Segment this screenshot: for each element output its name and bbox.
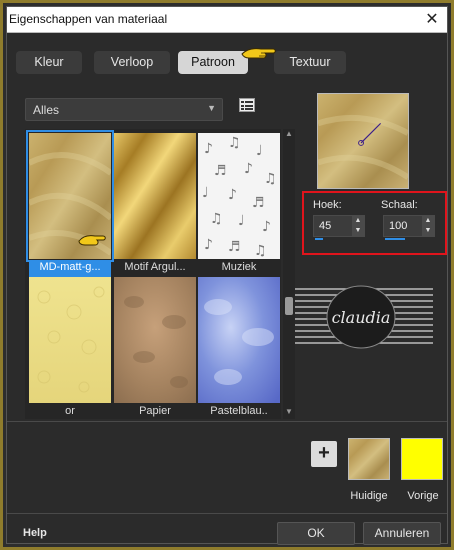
pattern-swatch bbox=[29, 277, 111, 403]
svg-text:♫: ♫ bbox=[228, 135, 241, 151]
title-bar: Eigenschappen van materiaal ✕ bbox=[7, 7, 447, 33]
pattern-label: or bbox=[65, 405, 75, 417]
previous-label: Vorige bbox=[407, 490, 439, 502]
scale-slider-bar[interactable] bbox=[385, 238, 405, 240]
angle-value: 45 bbox=[319, 220, 332, 232]
svg-text:♫: ♫ bbox=[254, 243, 267, 259]
window-title: Eigenschappen van materiaal bbox=[9, 12, 168, 26]
pattern-swatch: ♪ ♫ ♩ ♬ ♪♫ ♩ ♪ ♬ ♫ ♩ ♪ ♪ ♬ ♫ bbox=[198, 133, 280, 259]
pattern-list-icon[interactable] bbox=[239, 98, 255, 112]
svg-text:♬: ♬ bbox=[252, 195, 265, 211]
add-to-swatches-button[interactable]: + bbox=[311, 441, 337, 467]
scale-label: Schaal: bbox=[381, 199, 418, 211]
svg-text:♫: ♫ bbox=[264, 171, 277, 187]
pattern-swatch bbox=[114, 277, 196, 403]
watermark-logo: claudia bbox=[295, 285, 433, 349]
angle-spinner[interactable]: 45 ▲ ▼ bbox=[313, 215, 365, 237]
scroll-down-icon[interactable]: ▼ bbox=[283, 407, 295, 419]
current-label: Huidige bbox=[350, 490, 388, 502]
svg-text:♩: ♩ bbox=[202, 185, 209, 201]
svg-text:♫: ♫ bbox=[210, 211, 223, 227]
chevron-down-icon: ▼ bbox=[207, 103, 216, 113]
svg-text:♬: ♬ bbox=[228, 239, 241, 255]
pattern-label: MD-matt-g... bbox=[29, 261, 111, 277]
svg-text:♪: ♪ bbox=[228, 187, 237, 203]
window-frame: Eigenschappen van materiaal ✕ Kleur Verl… bbox=[0, 0, 454, 550]
pattern-swatch bbox=[198, 277, 280, 403]
watermark-text: claudia bbox=[332, 308, 391, 327]
divider bbox=[7, 513, 447, 514]
angle-stepper-buttons[interactable]: ▲ ▼ bbox=[352, 216, 364, 236]
ok-button[interactable]: OK bbox=[277, 522, 355, 545]
svg-text:♪: ♪ bbox=[204, 141, 213, 157]
svg-text:♪: ♪ bbox=[244, 161, 253, 177]
angle-slider-bar[interactable] bbox=[315, 238, 323, 240]
svg-text:♩: ♩ bbox=[256, 143, 263, 159]
svg-text:♪: ♪ bbox=[204, 237, 213, 253]
pattern-swatch bbox=[114, 133, 196, 259]
divider bbox=[7, 421, 447, 422]
pattern-label: Papier bbox=[139, 405, 171, 417]
tab-patroon[interactable]: Patroon bbox=[178, 51, 248, 74]
tab-kleur[interactable]: Kleur bbox=[16, 51, 82, 74]
scroll-thumb[interactable] bbox=[285, 297, 293, 315]
previous-swatch[interactable] bbox=[401, 438, 443, 480]
category-select[interactable]: Alles ▼ bbox=[25, 98, 223, 121]
scale-value: 100 bbox=[389, 220, 408, 232]
category-select-value: Alles bbox=[33, 103, 60, 117]
svg-text:♪: ♪ bbox=[262, 219, 271, 235]
pointing-hand-icon bbox=[241, 48, 276, 59]
help-link[interactable]: Help bbox=[23, 527, 47, 539]
pattern-label: Motif Argul... bbox=[124, 261, 186, 273]
pattern-preview bbox=[317, 93, 409, 189]
pointing-hand-icon bbox=[78, 235, 106, 246]
pattern-label: Pastelblau.. bbox=[210, 405, 268, 417]
scale-stepper-buttons[interactable]: ▲ ▼ bbox=[422, 216, 434, 236]
angle-label: Hoek: bbox=[313, 199, 342, 211]
tab-verloop[interactable]: Verloop bbox=[94, 51, 170, 74]
close-icon[interactable]: ✕ bbox=[421, 9, 443, 31]
dialog: Eigenschappen van materiaal ✕ Kleur Verl… bbox=[6, 6, 448, 545]
scale-spinner[interactable]: 100 ▲ ▼ bbox=[383, 215, 435, 237]
tab-textuur[interactable]: Textuur bbox=[274, 51, 346, 74]
svg-text:♩: ♩ bbox=[238, 213, 245, 229]
scroll-up-icon[interactable]: ▲ bbox=[283, 129, 295, 141]
pattern-grid: MD-matt-g... Motif Argul... ♪ ♫ ♩ ♬ ♪ ♫ ♩ ♪ ♬ … bbox=[25, 129, 281, 419]
cancel-button[interactable]: Annuleren bbox=[363, 522, 441, 545]
current-swatch[interactable] bbox=[348, 438, 390, 480]
pattern-label: Muziek bbox=[221, 261, 257, 273]
svg-text:♬: ♬ bbox=[214, 163, 227, 179]
pattern-scrollbar[interactable]: ▲ ▼ bbox=[283, 129, 295, 419]
